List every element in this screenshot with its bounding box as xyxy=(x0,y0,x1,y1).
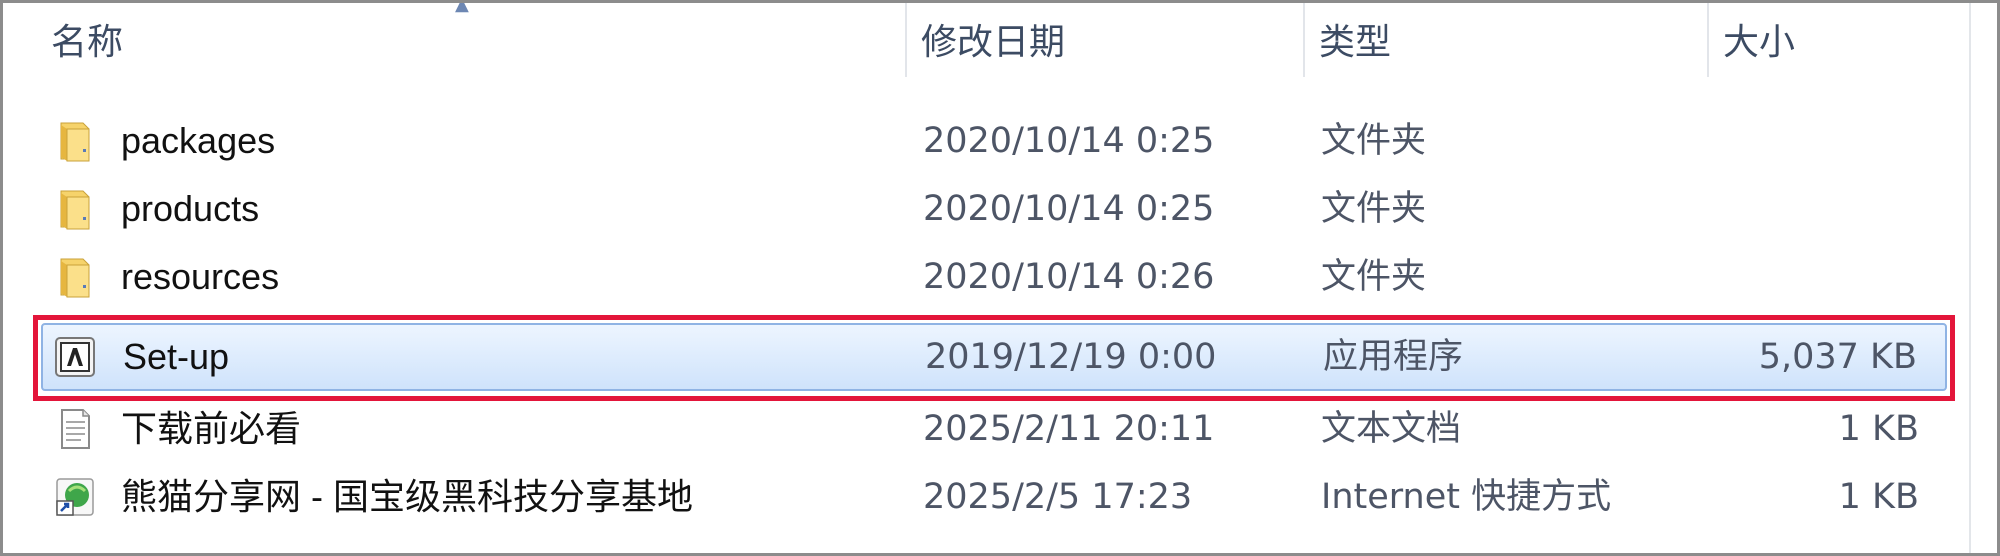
column-header-name[interactable]: 名称 xyxy=(39,3,899,81)
vertical-scrollbar[interactable] xyxy=(1969,3,1997,553)
file-type: 应用程序 xyxy=(1323,337,1464,377)
adobe-app-icon xyxy=(55,337,95,377)
file-row-resources[interactable]: resources 2020/10/14 0:26 文件夹 xyxy=(41,243,1947,311)
folder-icon xyxy=(60,190,90,230)
file-name: 下载前必看 xyxy=(121,408,302,449)
file-size: 1 KB xyxy=(1838,409,1919,449)
file-type: Internet 快捷方式 xyxy=(1321,477,1612,517)
column-header-modified[interactable]: 修改日期 xyxy=(909,3,1299,81)
column-divider[interactable] xyxy=(1707,3,1709,77)
file-type: 文件夹 xyxy=(1321,189,1427,229)
file-row-readme[interactable]: 下载前必看 2025/2/11 20:11 文本文档 1 KB xyxy=(41,395,1947,463)
file-modified-date: 2025/2/5 17:23 xyxy=(923,477,1193,517)
file-explorer-window: ▲ 名称 修改日期 类型 大小 packages 2020/10/14 0:25… xyxy=(0,0,2000,556)
file-type: 文件夹 xyxy=(1321,121,1427,161)
column-divider[interactable] xyxy=(905,3,907,77)
file-size: 5,037 KB xyxy=(1758,337,1917,377)
column-divider[interactable] xyxy=(1303,3,1305,77)
file-row-packages[interactable]: packages 2020/10/14 0:25 文件夹 xyxy=(41,107,1947,175)
file-row-internet-shortcut[interactable]: 熊猫分享网 - 国宝级黑科技分享基地 2025/2/5 17:23 Intern… xyxy=(41,463,1947,531)
column-header-size[interactable]: 大小 xyxy=(1711,3,1971,81)
file-name: Set-up xyxy=(123,336,230,377)
text-document-icon xyxy=(61,409,90,449)
file-row-setup[interactable]: Set-up 2019/12/19 0:00 应用程序 5,037 KB xyxy=(41,323,1947,391)
file-modified-date: 2025/2/11 20:11 xyxy=(923,409,1215,449)
column-header-type[interactable]: 类型 xyxy=(1307,3,1703,81)
internet-shortcut-icon xyxy=(56,478,94,516)
file-row-products[interactable]: products 2020/10/14 0:25 文件夹 xyxy=(41,175,1947,243)
file-type: 文本文档 xyxy=(1321,409,1462,449)
file-modified-date: 2020/10/14 0:26 xyxy=(923,257,1215,297)
file-size: 1 KB xyxy=(1838,477,1919,517)
file-name: products xyxy=(121,188,260,229)
file-name: resources xyxy=(121,256,280,297)
file-type: 文件夹 xyxy=(1321,257,1427,297)
file-modified-date: 2020/10/14 0:25 xyxy=(923,121,1215,161)
column-header-bar: ▲ 名称 修改日期 类型 大小 xyxy=(3,3,1973,81)
file-name: packages xyxy=(121,120,276,161)
file-name: 熊猫分享网 - 国宝级黑科技分享基地 xyxy=(121,476,693,517)
file-modified-date: 2019/12/19 0:00 xyxy=(925,337,1217,377)
folder-icon xyxy=(60,258,90,298)
folder-icon xyxy=(60,122,90,162)
file-modified-date: 2020/10/14 0:25 xyxy=(923,189,1215,229)
